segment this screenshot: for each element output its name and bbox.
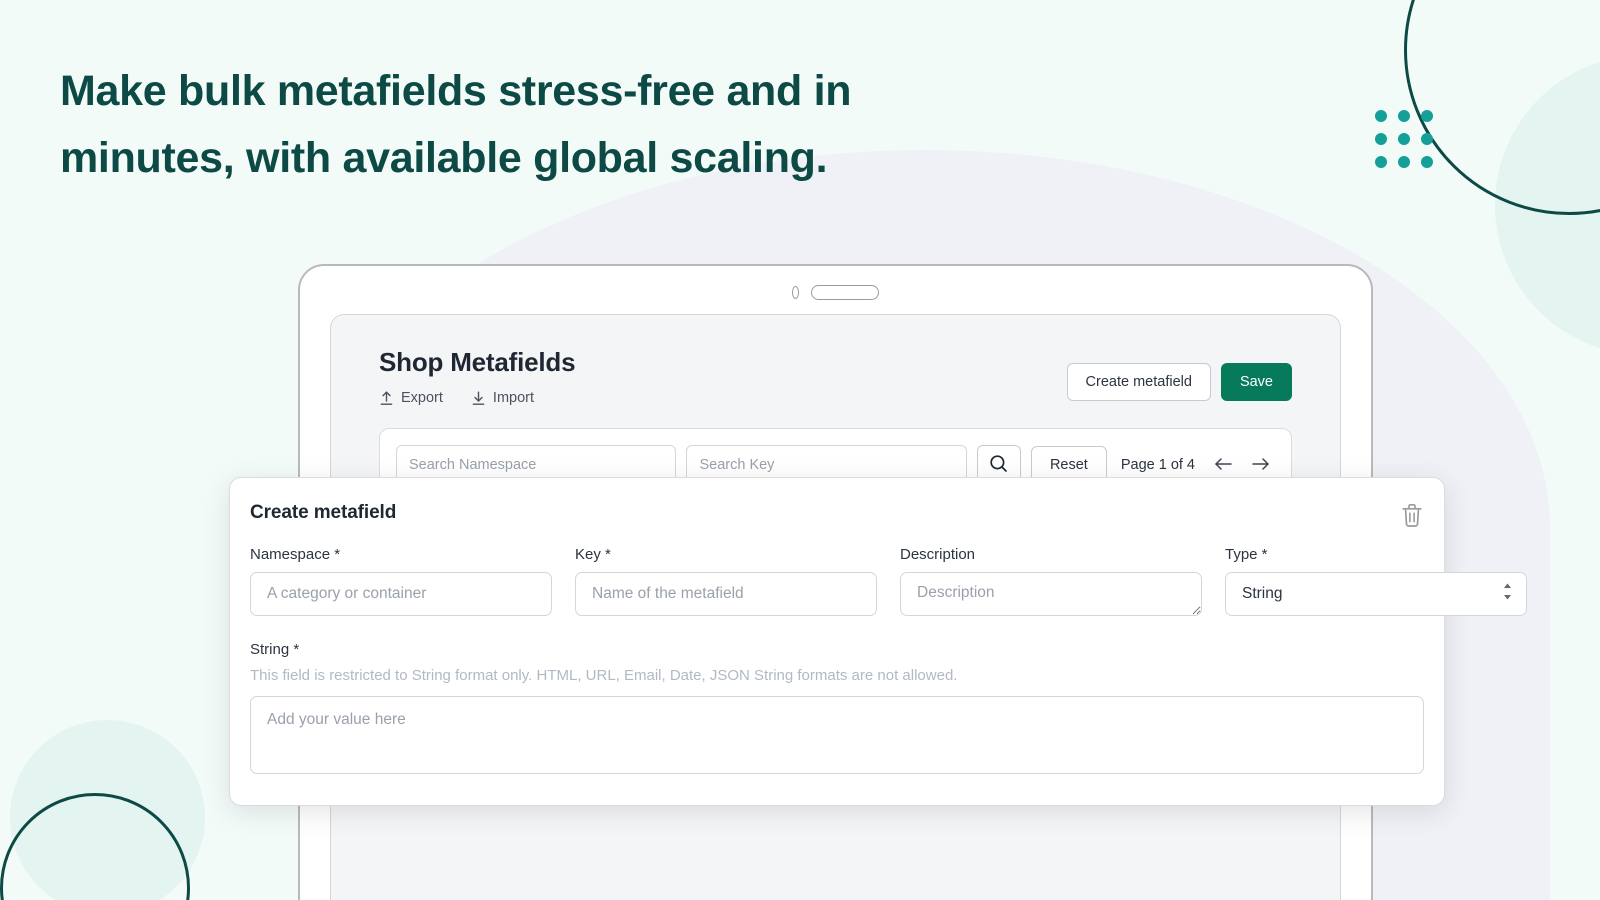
field-key: Key * xyxy=(575,546,877,621)
import-label: Import xyxy=(493,390,534,406)
string-help-text: This field is restricted to String forma… xyxy=(250,667,1424,684)
speaker-grille-icon xyxy=(811,285,879,300)
trash-icon xyxy=(1400,516,1424,531)
import-export-actions: Export Import xyxy=(379,390,575,406)
export-label: Export xyxy=(401,390,443,406)
header-buttons: Create metafield Save xyxy=(1067,363,1292,401)
namespace-input[interactable] xyxy=(250,572,552,616)
string-value-section: String * This field is restricted to Str… xyxy=(250,641,1424,779)
field-namespace: Namespace * xyxy=(250,546,552,621)
namespace-label: Namespace * xyxy=(250,546,552,563)
download-arrow-icon xyxy=(471,390,486,406)
pagination-label: Page 1 of 4 xyxy=(1117,457,1199,473)
string-value-textarea[interactable] xyxy=(250,696,1424,774)
circle-outline-top-right-decoration xyxy=(1404,0,1600,215)
modal-field-grid: Namespace * Key * Description Type * xyxy=(250,546,1424,621)
camera-dot-icon xyxy=(792,286,799,299)
arrow-left-icon xyxy=(1213,456,1233,475)
modal-header: Create metafield xyxy=(250,502,1424,528)
type-select-wrapper xyxy=(1225,572,1527,616)
key-input[interactable] xyxy=(575,572,877,616)
import-action[interactable]: Import xyxy=(471,390,534,406)
save-button[interactable]: Save xyxy=(1221,363,1292,401)
type-select[interactable] xyxy=(1225,572,1527,616)
export-action[interactable]: Export xyxy=(379,390,443,406)
type-label: Type * xyxy=(1225,546,1527,563)
delete-metafield-button[interactable] xyxy=(1400,502,1424,528)
dot-grid-decoration xyxy=(1375,110,1433,168)
create-metafield-modal: Create metafield Namespace * Key * De xyxy=(229,477,1445,806)
modal-title: Create metafield xyxy=(250,502,396,524)
arrow-right-icon xyxy=(1251,456,1271,475)
app-header: Shop Metafields Export xyxy=(379,347,1292,406)
device-notch xyxy=(300,283,1371,301)
description-textarea[interactable] xyxy=(900,572,1202,616)
field-type: Type * xyxy=(1225,546,1527,621)
search-icon xyxy=(989,454,1008,476)
description-label: Description xyxy=(900,546,1202,563)
create-metafield-button[interactable]: Create metafield xyxy=(1067,363,1211,401)
page-headline: Make bulk metafields stress-free and in … xyxy=(60,58,1010,191)
upload-arrow-icon xyxy=(379,390,394,406)
page-title: Shop Metafields xyxy=(379,347,575,378)
key-label: Key * xyxy=(575,546,877,563)
field-description: Description xyxy=(900,546,1202,621)
string-label: String * xyxy=(250,641,1424,658)
